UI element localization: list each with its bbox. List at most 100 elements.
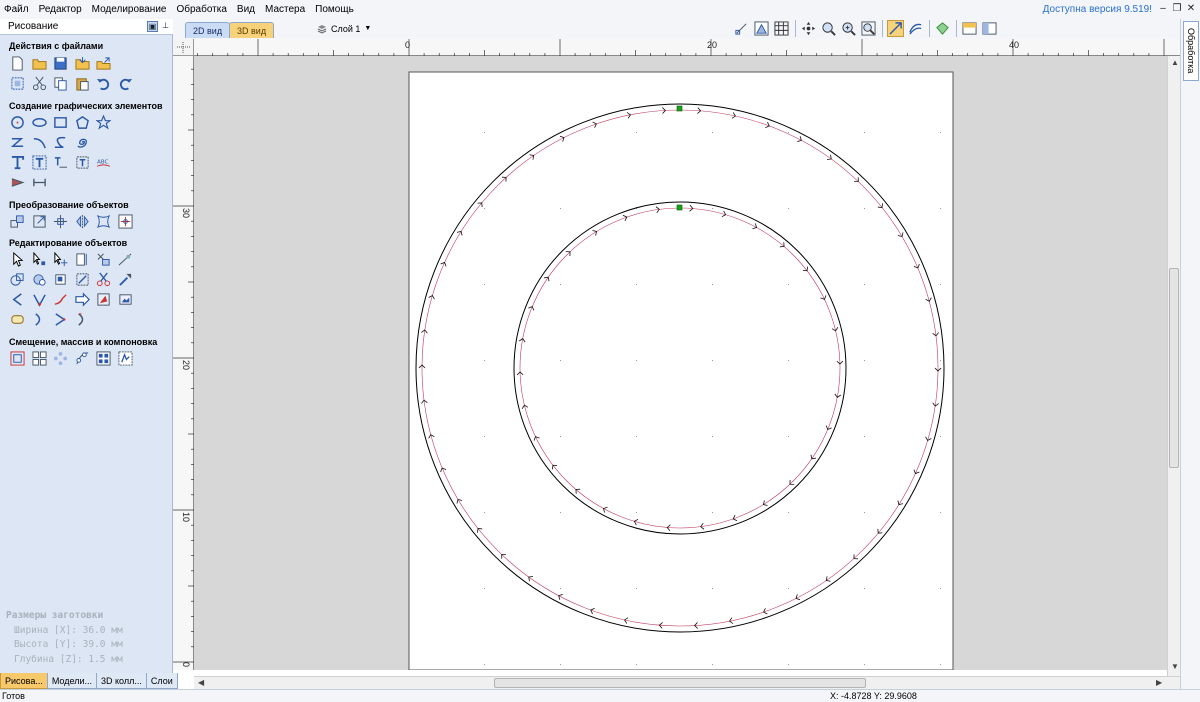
menu-help[interactable]: Помощь [310,0,359,19]
align-object-icon[interactable] [117,213,134,230]
bend-vector-icon[interactable] [74,311,91,328]
split-vertical-icon[interactable] [981,20,998,37]
transform-pointer-icon[interactable] [52,251,69,268]
text-tool-icon[interactable] [9,154,26,171]
horizontal-scroll-thumb[interactable] [494,678,866,688]
create-boundary-icon[interactable] [95,291,112,308]
paste-icon[interactable] [74,75,91,92]
cut-icon[interactable] [31,75,48,92]
save-icon[interactable] [52,55,69,72]
join-vectors-icon[interactable] [31,291,48,308]
vertical-scrollbar[interactable]: ▲ ▼ [1167,56,1180,676]
scale-object-icon[interactable] [31,213,48,230]
rectangle-tool-icon[interactable] [52,114,69,131]
text-on-curve-icon[interactable] [52,154,69,171]
polyline-tool-icon[interactable] [9,134,26,151]
move-object-icon[interactable] [9,213,26,230]
zoom-fit-icon[interactable] [860,20,877,37]
arc-tool-icon[interactable] [31,134,48,151]
chevron-shape-icon[interactable] [52,311,69,328]
panel-pin-icon[interactable]: ⊥ [160,21,171,32]
ruler-corner[interactable] [173,39,194,56]
minimize-icon[interactable]: – [1157,3,1169,15]
layer-dropdown[interactable]: Слой 1 ▼ [317,22,371,36]
close-icon[interactable]: ✕ [1185,3,1197,15]
tab-drawing[interactable]: Рисова... [0,673,48,689]
tab-layers[interactable]: Слои [145,673,178,689]
fillet-tool-icon[interactable] [117,271,134,288]
new-file-icon[interactable] [9,55,26,72]
inner-start-marker[interactable] [676,204,683,211]
menu-machining[interactable]: Обработка [171,0,231,19]
panel-dock-icon[interactable]: ▣ [147,21,158,32]
array-copy-icon[interactable] [31,350,48,367]
open-vector-icon[interactable] [9,291,26,308]
delete-node-icon[interactable] [95,251,112,268]
restore-icon[interactable]: ❐ [1171,3,1183,15]
circle-tool-icon[interactable] [9,114,26,131]
offset-vectors-icon[interactable] [9,350,26,367]
version-notice-link[interactable]: Доступна версия 9.519! [1043,0,1152,19]
scroll-down-icon[interactable]: ▼ [1171,662,1179,671]
smooth-curve-icon[interactable] [117,251,134,268]
dimension-tool-icon[interactable] [9,174,26,191]
show-toolpaths-icon[interactable] [907,20,924,37]
select-all-icon[interactable] [9,75,26,92]
scroll-right-icon[interactable]: ▶ [1156,678,1162,687]
menu-view[interactable]: Вид [232,0,260,19]
extend-vector-icon[interactable] [52,291,69,308]
zoom-in-icon[interactable] [840,20,857,37]
menu-editor[interactable]: Редактор [34,0,87,19]
outer-start-marker[interactable] [676,105,683,112]
vertical-scroll-thumb[interactable] [1169,268,1179,468]
snap-grid-icon[interactable] [753,20,770,37]
open-folder-icon[interactable] [31,55,48,72]
horizontal-scrollbar[interactable]: ◀ ▶ [194,676,1180,689]
grid-icon[interactable] [773,20,790,37]
redo-icon[interactable] [117,75,134,92]
scissors-cut-icon[interactable] [95,271,112,288]
pan-icon[interactable] [800,20,817,37]
zoom-box-icon[interactable] [820,20,837,37]
spiral-tool-icon[interactable] [74,134,91,151]
tab-3d-collection[interactable]: 3D колл... [95,673,147,689]
snap-icon[interactable] [733,20,750,37]
trim-vectors-icon[interactable] [74,271,91,288]
ellipse-tool-icon[interactable] [31,114,48,131]
menu-file[interactable]: Файл [0,0,34,19]
scroll-left-icon[interactable]: ◀ [198,678,204,687]
show-vectors-icon[interactable] [887,20,904,37]
distort-object-icon[interactable] [95,213,112,230]
text-arc-icon[interactable]: ABC [95,154,112,171]
copy-icon[interactable] [52,75,69,92]
material-icon[interactable] [934,20,951,37]
split-vector-icon[interactable] [31,311,48,328]
curve-tool-icon[interactable] [52,134,69,151]
interactive-sizing-icon[interactable] [74,251,91,268]
export-icon[interactable] [95,55,112,72]
fit-vectors-icon[interactable] [117,350,134,367]
undo-icon[interactable] [95,75,112,92]
mirror-object-icon[interactable] [74,213,91,230]
circular-array-icon[interactable] [52,350,69,367]
weld-vectors-icon[interactable] [9,271,26,288]
polygon-tool-icon[interactable] [74,114,91,131]
tab-machining[interactable]: Обработка [1183,21,1199,81]
close-vector-icon[interactable] [9,311,26,328]
node-edit-icon[interactable] [31,251,48,268]
intersect-vectors-icon[interactable] [52,271,69,288]
nesting-icon[interactable] [95,350,112,367]
text-frame-icon[interactable] [74,154,91,171]
rotate-object-icon[interactable] [52,213,69,230]
select-pointer-icon[interactable] [9,251,26,268]
copy-along-vector-icon[interactable] [74,350,91,367]
image-trace-icon[interactable] [117,291,134,308]
tab-2d-view[interactable]: 2D вид [185,22,231,38]
tab-3d-view[interactable]: 3D вид [229,22,275,38]
scroll-up-icon[interactable]: ▲ [1171,58,1179,67]
drawing-canvas[interactable] [194,56,1169,670]
star-tool-icon[interactable] [95,114,112,131]
text-box-tool-icon[interactable] [31,154,48,171]
measure-tool-icon[interactable] [31,174,48,191]
offset-arrow-icon[interactable] [74,291,91,308]
